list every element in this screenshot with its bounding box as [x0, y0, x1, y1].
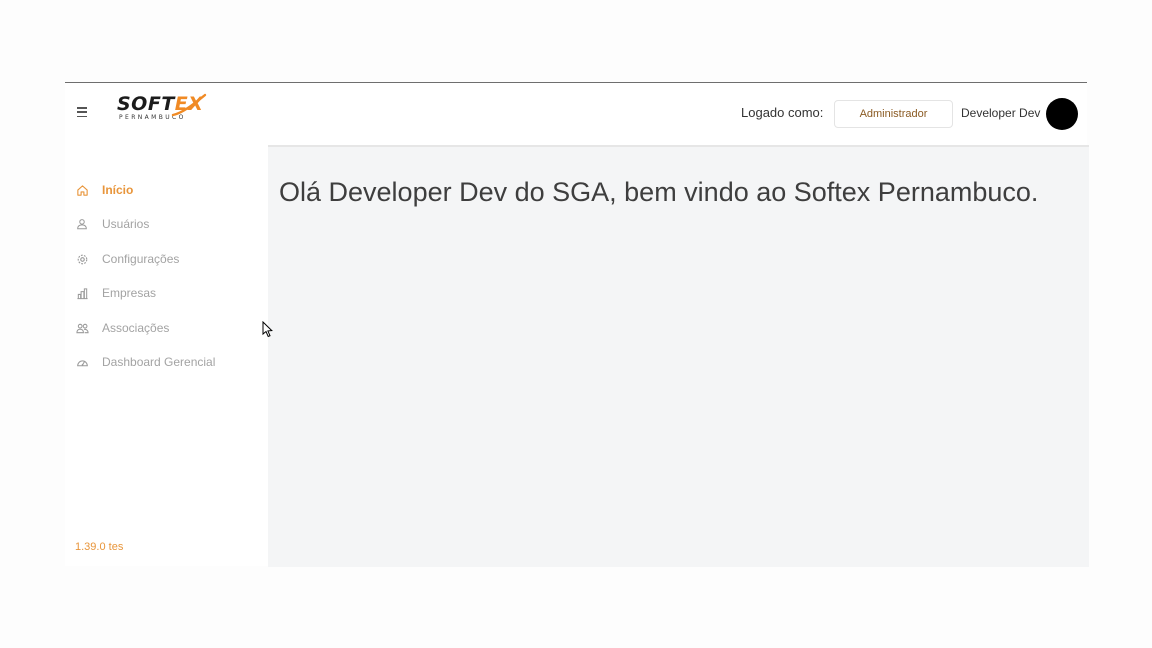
sidebar-item-label: Dashboard Gerencial	[102, 355, 216, 369]
sidebar: Início Usuários Configurações Empresas A	[65, 145, 268, 567]
app-version: 1.39.0 tes	[75, 541, 124, 553]
top-header: SOFTEX PERNAMBUCO Logado como: Administr…	[65, 83, 1087, 145]
sidebar-item-configuracoes[interactable]: Configurações	[75, 249, 179, 269]
sidebar-item-label: Início	[102, 183, 134, 197]
user-name: Developer Dev	[961, 106, 1041, 120]
building-icon	[75, 286, 89, 300]
dashboard-icon	[75, 355, 89, 369]
sidebar-item-label: Associações	[102, 321, 170, 335]
mouse-pointer-icon	[262, 321, 273, 338]
gear-icon	[75, 252, 89, 266]
sidebar-item-inicio[interactable]: Início	[75, 180, 133, 200]
sidebar-item-usuarios[interactable]: Usuários	[75, 214, 149, 234]
role-value: Administrador	[859, 108, 928, 120]
sidebar-item-dashboard-gerencial[interactable]: Dashboard Gerencial	[75, 352, 215, 372]
main-content: Olá Developer Dev do SGA, bem vindo ao S…	[268, 145, 1089, 567]
softex-logo[interactable]: SOFTEX PERNAMBUCO	[117, 93, 207, 126]
sidebar-item-label: Empresas	[102, 286, 157, 300]
role-selector[interactable]: Administrador	[834, 100, 953, 128]
sidebar-item-associacoes[interactable]: Associações	[75, 318, 169, 338]
logged-as-label: Logado como:	[741, 105, 824, 120]
sidebar-item-label: Usuários	[102, 217, 150, 231]
sidebar-item-empresas[interactable]: Empresas	[75, 283, 156, 303]
users-icon	[75, 321, 89, 335]
app-window: SOFTEX PERNAMBUCO Logado como: Administr…	[65, 82, 1089, 567]
hamburger-menu-icon[interactable]	[77, 105, 91, 119]
logo-swoosh-icon	[171, 93, 207, 117]
home-icon	[75, 183, 89, 197]
welcome-message: Olá Developer Dev do SGA, bem vindo ao S…	[279, 177, 1039, 207]
sidebar-item-label: Configurações	[102, 252, 180, 266]
avatar[interactable]	[1046, 98, 1078, 130]
user-icon	[75, 217, 89, 231]
